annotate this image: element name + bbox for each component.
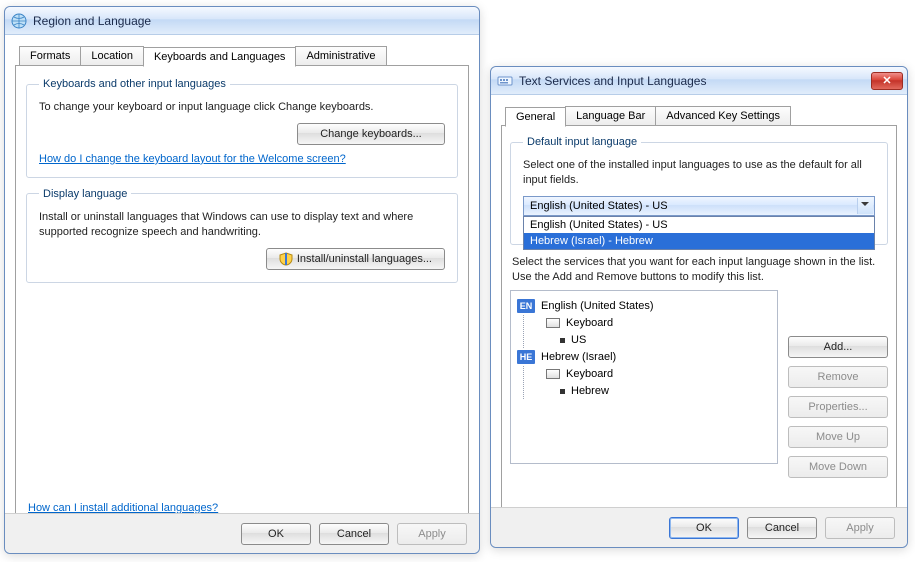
- region-and-language-window: Region and Language Formats Location Key…: [4, 6, 480, 554]
- keyboard-icon: [546, 369, 560, 379]
- properties-button[interactable]: Properties...: [788, 396, 888, 418]
- keyboards-group-legend: Keyboards and other input languages: [39, 78, 230, 90]
- keyboards-group: Keyboards and other input languages To c…: [26, 78, 458, 178]
- display-language-legend: Display language: [39, 188, 131, 200]
- move-up-button[interactable]: Move Up: [788, 426, 888, 448]
- default-input-language-group: Default input language Select one of the…: [510, 136, 888, 245]
- tree-lang-english[interactable]: EN English (United States): [517, 298, 771, 314]
- apply-button[interactable]: Apply: [397, 523, 467, 545]
- chevron-down-icon: [861, 202, 869, 210]
- text-services-window: Text Services and Input Languages ✕ Gene…: [490, 66, 908, 548]
- dialog-button-bar: OK Cancel Apply: [5, 513, 479, 553]
- default-language-dropdown[interactable]: English (United States) - US: [523, 196, 875, 216]
- bullet-icon: [560, 389, 565, 394]
- window-title: Text Services and Input Languages: [519, 74, 871, 88]
- cancel-button[interactable]: Cancel: [747, 517, 817, 539]
- tree-lang-english-label: English (United States): [541, 300, 654, 312]
- tree-keyboard-label: Keyboard: [566, 317, 613, 329]
- window-title: Region and Language: [33, 14, 475, 28]
- tab-advanced-key-settings[interactable]: Advanced Key Settings: [655, 106, 791, 126]
- tab-formats[interactable]: Formats: [19, 46, 81, 66]
- keyboards-group-text: To change your keyboard or input languag…: [39, 100, 445, 115]
- keyboard-icon: [546, 318, 560, 328]
- tree-layout-hebrew-label: Hebrew: [571, 385, 609, 397]
- display-language-text: Install or uninstall languages that Wind…: [39, 210, 439, 240]
- close-icon: ✕: [882, 74, 891, 87]
- dropdown-button[interactable]: [857, 198, 873, 214]
- window-body: Formats Location Keyboards and Languages…: [5, 35, 479, 533]
- keyboard-app-icon: [497, 73, 513, 89]
- en-badge-icon: EN: [517, 299, 535, 313]
- tab-panel: Keyboards and other input languages To c…: [15, 65, 469, 527]
- titlebar[interactable]: Region and Language: [5, 7, 479, 35]
- tab-panel: Default input language Select one of the…: [501, 125, 897, 523]
- move-down-button[interactable]: Move Down: [788, 456, 888, 478]
- tree-keyboard-node-en[interactable]: Keyboard: [546, 315, 771, 331]
- change-keyboards-button[interactable]: Change keyboards...: [297, 123, 445, 145]
- install-uninstall-languages-button[interactable]: Install/uninstall languages...: [266, 248, 445, 270]
- display-language-group: Display language Install or uninstall la…: [26, 188, 458, 283]
- tab-language-bar[interactable]: Language Bar: [565, 106, 656, 126]
- default-language-value: English (United States) - US: [530, 200, 668, 212]
- ok-button[interactable]: OK: [669, 517, 739, 539]
- tab-administrative[interactable]: Administrative: [295, 46, 386, 66]
- titlebar[interactable]: Text Services and Input Languages ✕: [491, 67, 907, 95]
- tree-lang-hebrew-label: Hebrew (Israel): [541, 351, 616, 363]
- tab-general[interactable]: General: [505, 107, 566, 127]
- tree-layout-us[interactable]: US: [560, 332, 771, 348]
- shield-icon: [279, 252, 293, 266]
- tree-keyboard-label-he: Keyboard: [566, 368, 613, 380]
- default-input-language-legend: Default input language: [523, 136, 641, 148]
- remove-button[interactable]: Remove: [788, 366, 888, 388]
- cancel-button[interactable]: Cancel: [319, 523, 389, 545]
- dialog-button-bar: OK Cancel Apply: [491, 507, 907, 547]
- default-input-language-text: Select one of the installed input langua…: [523, 158, 875, 188]
- bullet-icon: [560, 338, 565, 343]
- dropdown-option-english-us[interactable]: English (United States) - US: [524, 217, 874, 233]
- installed-services-tree[interactable]: EN English (United States) Keyboard US: [510, 290, 778, 464]
- tree-layout-hebrew[interactable]: Hebrew: [560, 383, 771, 399]
- help-welcome-screen-link[interactable]: How do I change the keyboard layout for …: [39, 153, 346, 165]
- tabs-row: Formats Location Keyboards and Languages…: [19, 46, 469, 66]
- tree-layout-us-label: US: [571, 334, 586, 346]
- close-button[interactable]: ✕: [871, 72, 903, 90]
- globe-icon: [11, 13, 27, 29]
- default-language-dropdown-list[interactable]: English (United States) - US Hebrew (Isr…: [523, 216, 875, 250]
- install-uninstall-label: Install/uninstall languages...: [297, 249, 432, 269]
- window-body: General Language Bar Advanced Key Settin…: [491, 95, 907, 529]
- tabs-row: General Language Bar Advanced Key Settin…: [505, 106, 897, 126]
- tab-keyboards-and-languages[interactable]: Keyboards and Languages: [143, 47, 297, 67]
- tab-location[interactable]: Location: [80, 46, 144, 66]
- installed-services-text: Select the services that you want for ea…: [512, 255, 886, 285]
- dropdown-option-hebrew[interactable]: Hebrew (Israel) - Hebrew: [524, 233, 874, 249]
- ok-button[interactable]: OK: [241, 523, 311, 545]
- add-button[interactable]: Add...: [788, 336, 888, 358]
- tree-lang-hebrew[interactable]: HE Hebrew (Israel): [517, 349, 771, 365]
- tree-keyboard-node-he[interactable]: Keyboard: [546, 366, 771, 382]
- apply-button[interactable]: Apply: [825, 517, 895, 539]
- he-badge-icon: HE: [517, 350, 535, 364]
